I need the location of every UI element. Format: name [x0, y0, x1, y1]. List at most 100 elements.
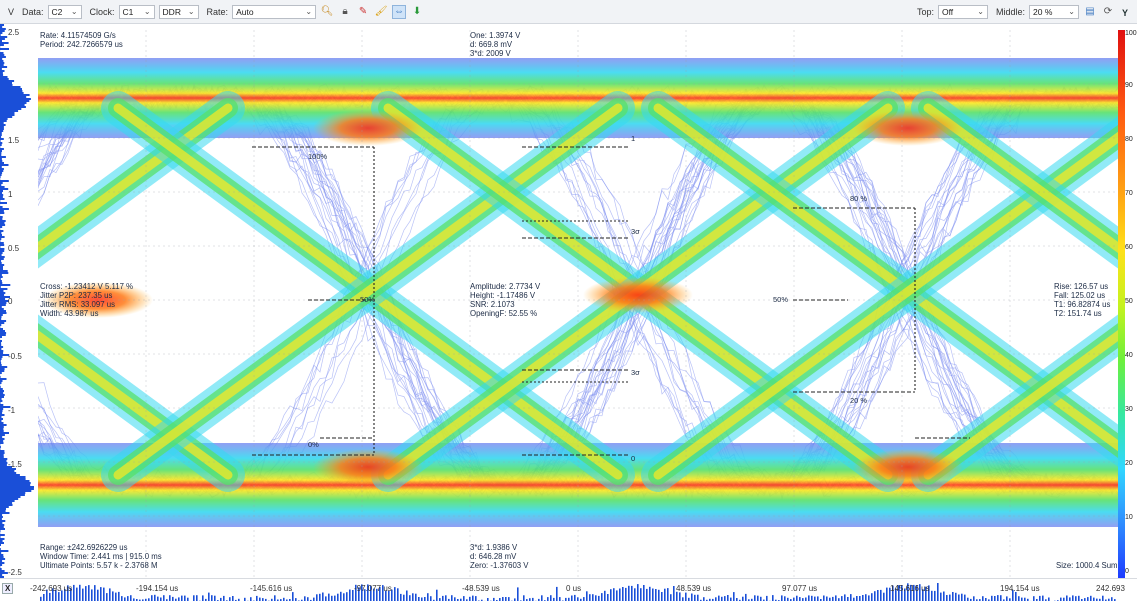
readout-line: Width: 43.987 us	[40, 309, 99, 318]
chevron-down-icon: ⌄	[977, 7, 984, 16]
readout-line: Window Time: 2.441 ms | 915.0 ms	[40, 552, 162, 561]
marker-0-percent: 0%	[308, 440, 319, 449]
data-channel-value: C2	[51, 6, 63, 17]
time-axis: X -242.693 us -194.154 us -145.616 us -9…	[0, 578, 1137, 601]
y-tick: 2.5	[8, 28, 20, 37]
marker-50-percent-right: 50%	[773, 295, 789, 304]
y-tick: 0.5	[8, 244, 20, 253]
cross-jitter-readout: Cross: -1.23412 V 5.117 % Jitter P2P: 23…	[40, 282, 133, 318]
readout-line: T2: 151.74 us	[1054, 309, 1102, 318]
y-axis-toggle[interactable]: Y	[1122, 8, 1128, 18]
zero-level-readout: 3*d: 1.9386 V d: 646.28 mV Zero: -1.3760…	[470, 543, 529, 570]
color-scale-tick: 20	[1125, 460, 1133, 467]
color-scale-gradient	[1118, 30, 1125, 578]
histogram-settings-icon[interactable]: ▤	[1083, 5, 1097, 19]
marker-3sigma-top: 3σ	[631, 227, 640, 236]
readout-line: 3*d: 2009 V	[470, 49, 511, 58]
readout-line: SNR: 2.1073	[470, 300, 515, 309]
chevron-down-icon: ⌄	[1068, 7, 1075, 16]
rise-fall-readout: Rise: 126.57 us Fall: 125.02 us T1: 96.8…	[1054, 282, 1110, 318]
readout-line: OpeningF: 52.55 %	[470, 309, 538, 318]
color-scale-tick: 100	[1125, 30, 1137, 37]
color-scale-tick: 90	[1125, 82, 1133, 89]
magnifier-icon[interactable]: 🔍︎	[320, 5, 334, 19]
eraser-icon[interactable]: ✎	[356, 5, 370, 19]
readout-line: Jitter P2P: 237.35 us	[40, 291, 113, 300]
range-readout: Range: ±242.6926229 us Window Time: 2.44…	[40, 543, 162, 570]
x-axis-toggle[interactable]: X	[2, 583, 14, 594]
marker-zero-level: 0	[631, 454, 636, 463]
clock-label: Clock:	[89, 6, 115, 17]
marker-one-level: 1	[631, 134, 636, 143]
x-tick: -145.616 us	[250, 584, 293, 593]
readout-line: One: 1.3974 V	[470, 31, 521, 40]
readout-line: Rise: 126.57 us	[1054, 282, 1109, 291]
rate-select[interactable]: Auto ⌄	[232, 4, 317, 19]
size-readout: Size: 1000.4 Sum	[1056, 561, 1118, 570]
x-tick: 97.077 us	[782, 584, 818, 593]
marker-3sigma-bottom: 3σ	[631, 368, 640, 377]
chevron-down-icon: ⌄	[305, 7, 313, 16]
chevron-down-icon: ⌄	[70, 7, 78, 16]
marker-50-percent-left: 50%	[360, 295, 376, 304]
eye-diagram-plot[interactable]: Rate: 4.11574509 G/s Period: 242.7266579…	[38, 30, 1118, 578]
middle-value: 20 %	[1033, 6, 1053, 17]
top-value: Off	[941, 6, 954, 17]
readout-line: Range: ±242.6926229 us	[40, 543, 128, 552]
one-level-readout: One: 1.3974 V d: 669.8 mV 3*d: 2009 V	[470, 31, 520, 58]
color-scale-tick: 0	[1125, 568, 1129, 575]
y-tick: 0	[8, 297, 13, 306]
y-tick: 1.5	[8, 136, 20, 145]
brush-icon[interactable]: 🖌︎	[374, 5, 388, 19]
marker-80-percent: 80 %	[850, 194, 868, 203]
toolbar: V Data: C2 ⌄ Clock: C1 ⌄ DDR ⌄ Rate: Auto ⌄ …	[0, 0, 1137, 24]
y-tick: -1	[8, 406, 16, 415]
y-tick: -0.5	[8, 352, 22, 361]
x-tick: -48.539 us	[462, 584, 500, 593]
y-tick: -2.5	[8, 568, 22, 577]
amplitude-readout: Amplitude: 2.7734 V Height: -1.17486 V S…	[470, 282, 540, 318]
chevron-down-icon: ⌄	[143, 7, 151, 16]
split-view-icon[interactable]: ⇔	[392, 4, 407, 19]
x-tick: 48.539 us	[676, 584, 712, 593]
x-tick: -242.693 us	[30, 584, 73, 593]
data-channel-select[interactable]: C2 ⌄	[47, 4, 82, 19]
readout-line: Amplitude: 2.7734 V	[470, 282, 541, 291]
readout-line: Cross: -1.23412 V 5.117 %	[40, 282, 134, 291]
color-scale-tick: 40	[1125, 352, 1133, 359]
rate-period-readout: Rate: 4.11574509 G/s Period: 242.7266579…	[40, 31, 123, 49]
lock-icon[interactable]: 🔒︎	[338, 5, 352, 19]
x-tick: -194.154 us	[136, 584, 179, 593]
readout-line: d: 646.28 mV	[470, 552, 517, 561]
readout-line: Jitter RMS: 33.097 us	[40, 300, 115, 309]
readout-line: 3*d: 1.9386 V	[470, 543, 518, 552]
x-tick: 0 us	[566, 584, 582, 593]
x-tick: -97.077 us	[354, 584, 392, 593]
download-arrow-icon[interactable]: ⬇	[410, 5, 424, 19]
top-select[interactable]: Off ⌄	[937, 4, 988, 19]
top-label: Top:	[916, 6, 934, 17]
color-scale-tick: 30	[1125, 406, 1133, 413]
data-label: Data:	[22, 6, 44, 17]
readout-line: T1: 96.82874 us	[1054, 300, 1111, 309]
middle-select[interactable]: 20 % ⌄	[1029, 4, 1079, 19]
clock-channel-value: C1	[122, 6, 134, 17]
eye-diagram-canvas[interactable]	[38, 30, 1118, 578]
readout-line: Ultimate Points: 5.57 k - 2.3768 M	[40, 561, 158, 570]
middle-label: Middle:	[995, 6, 1025, 17]
readout-line: Fall: 125.02 us	[1054, 291, 1106, 300]
marker-100-percent: 100%	[308, 152, 328, 161]
rate-label: Rate:	[206, 6, 229, 17]
y-tick: 1	[8, 190, 13, 199]
axis-unit-label: V	[8, 6, 15, 17]
chevron-down-icon: ⌄	[187, 7, 195, 16]
color-scale-bar: 100 90 80 70 60 50 40 30 20 10 0	[1118, 30, 1137, 578]
marker-20-percent: 20 %	[850, 396, 868, 405]
readout-line: Size: 1000.4 Sum	[1056, 561, 1118, 570]
clock-mode-select[interactable]: DDR ⌄	[158, 4, 199, 19]
refresh-icon[interactable]: ⟳	[1101, 5, 1115, 19]
clock-channel-select[interactable]: C1 ⌄	[118, 4, 155, 19]
color-scale-tick: 80	[1125, 136, 1133, 143]
readout-line: Rate: 4.11574509 G/s	[40, 31, 116, 40]
color-scale-tick: 60	[1125, 244, 1133, 251]
